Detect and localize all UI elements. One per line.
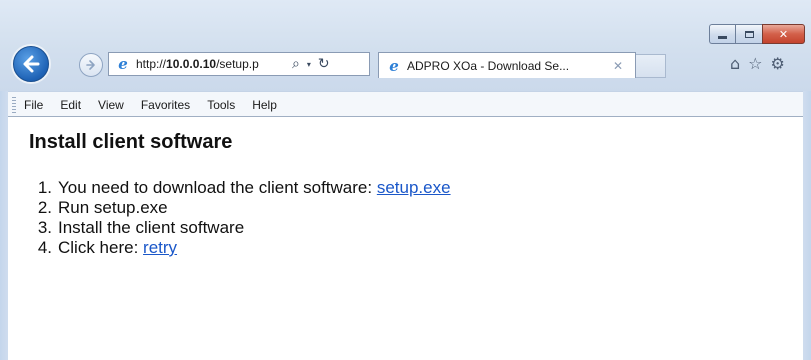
setup-download-link[interactable]: setup.exe [377, 178, 451, 197]
menu-favorites[interactable]: Favorites [141, 98, 190, 112]
dropdown-icon[interactable]: ▾ [307, 60, 311, 69]
ie-page-icon: e [118, 55, 128, 73]
tab-close-icon[interactable]: ✕ [613, 59, 623, 73]
favorites-star-icon[interactable]: ☆ [748, 54, 762, 73]
browser-window: ✕ e http://10.0.0.10/setup.p ⌕ ▾ ↻ e ADP… [0, 0, 811, 360]
address-actions: ⌕ ▾ ↻ [292, 56, 330, 72]
back-arrow-icon [23, 55, 40, 73]
window-frame-left [0, 91, 8, 360]
list-item: 4. Click here: retry [37, 238, 178, 257]
maximize-button[interactable] [735, 24, 762, 44]
address-bar[interactable]: e http://10.0.0.10/setup.p ⌕ ▾ ↻ [108, 52, 370, 76]
menu-view[interactable]: View [98, 98, 124, 112]
minimize-icon [718, 35, 727, 39]
list-item: 3. Install the client software [37, 218, 245, 237]
retry-link[interactable]: retry [143, 238, 177, 257]
new-tab-button[interactable] [636, 54, 666, 78]
caption-buttons: ✕ [709, 24, 805, 44]
list-item: 2. Run setup.exe [37, 198, 168, 217]
menu-bar: File Edit View Favorites Tools Help [8, 91, 803, 117]
minimize-button[interactable] [709, 24, 735, 44]
home-icon[interactable]: ⌂ [730, 54, 740, 73]
menu-tools[interactable]: Tools [207, 98, 235, 112]
menu-file[interactable]: File [24, 98, 43, 112]
back-button[interactable] [13, 46, 49, 82]
page-title: Install client software [29, 131, 233, 153]
menu-help[interactable]: Help [252, 98, 277, 112]
url-text[interactable]: http://10.0.0.10/setup.p [136, 57, 286, 71]
menu-grip[interactable] [12, 96, 16, 113]
gear-icon[interactable]: ⚙ [771, 54, 785, 73]
close-window-button[interactable]: ✕ [762, 24, 805, 44]
list-item: 1. You need to download the client softwa… [37, 178, 451, 197]
search-icon[interactable]: ⌕ [292, 56, 300, 72]
forward-arrow-icon [86, 60, 95, 70]
toolbar-icons: ⌂ ☆ ⚙ [730, 54, 785, 73]
page-content: Install client software 1. You need to do… [8, 117, 803, 360]
tab-title: ADPRO XOa - Download Se... [407, 58, 570, 73]
tab-active[interactable]: e ADPRO XOa - Download Se... ✕ [378, 52, 636, 78]
forward-button[interactable] [79, 53, 103, 77]
steps-list: 1. You need to download the client softwa… [36, 178, 451, 258]
window-frame-right [803, 91, 811, 360]
close-icon: ✕ [778, 27, 789, 41]
ie-tab-icon: e [389, 56, 399, 75]
menu-edit[interactable]: Edit [60, 98, 81, 112]
refresh-icon[interactable]: ↻ [318, 56, 330, 72]
maximize-icon [744, 30, 754, 38]
